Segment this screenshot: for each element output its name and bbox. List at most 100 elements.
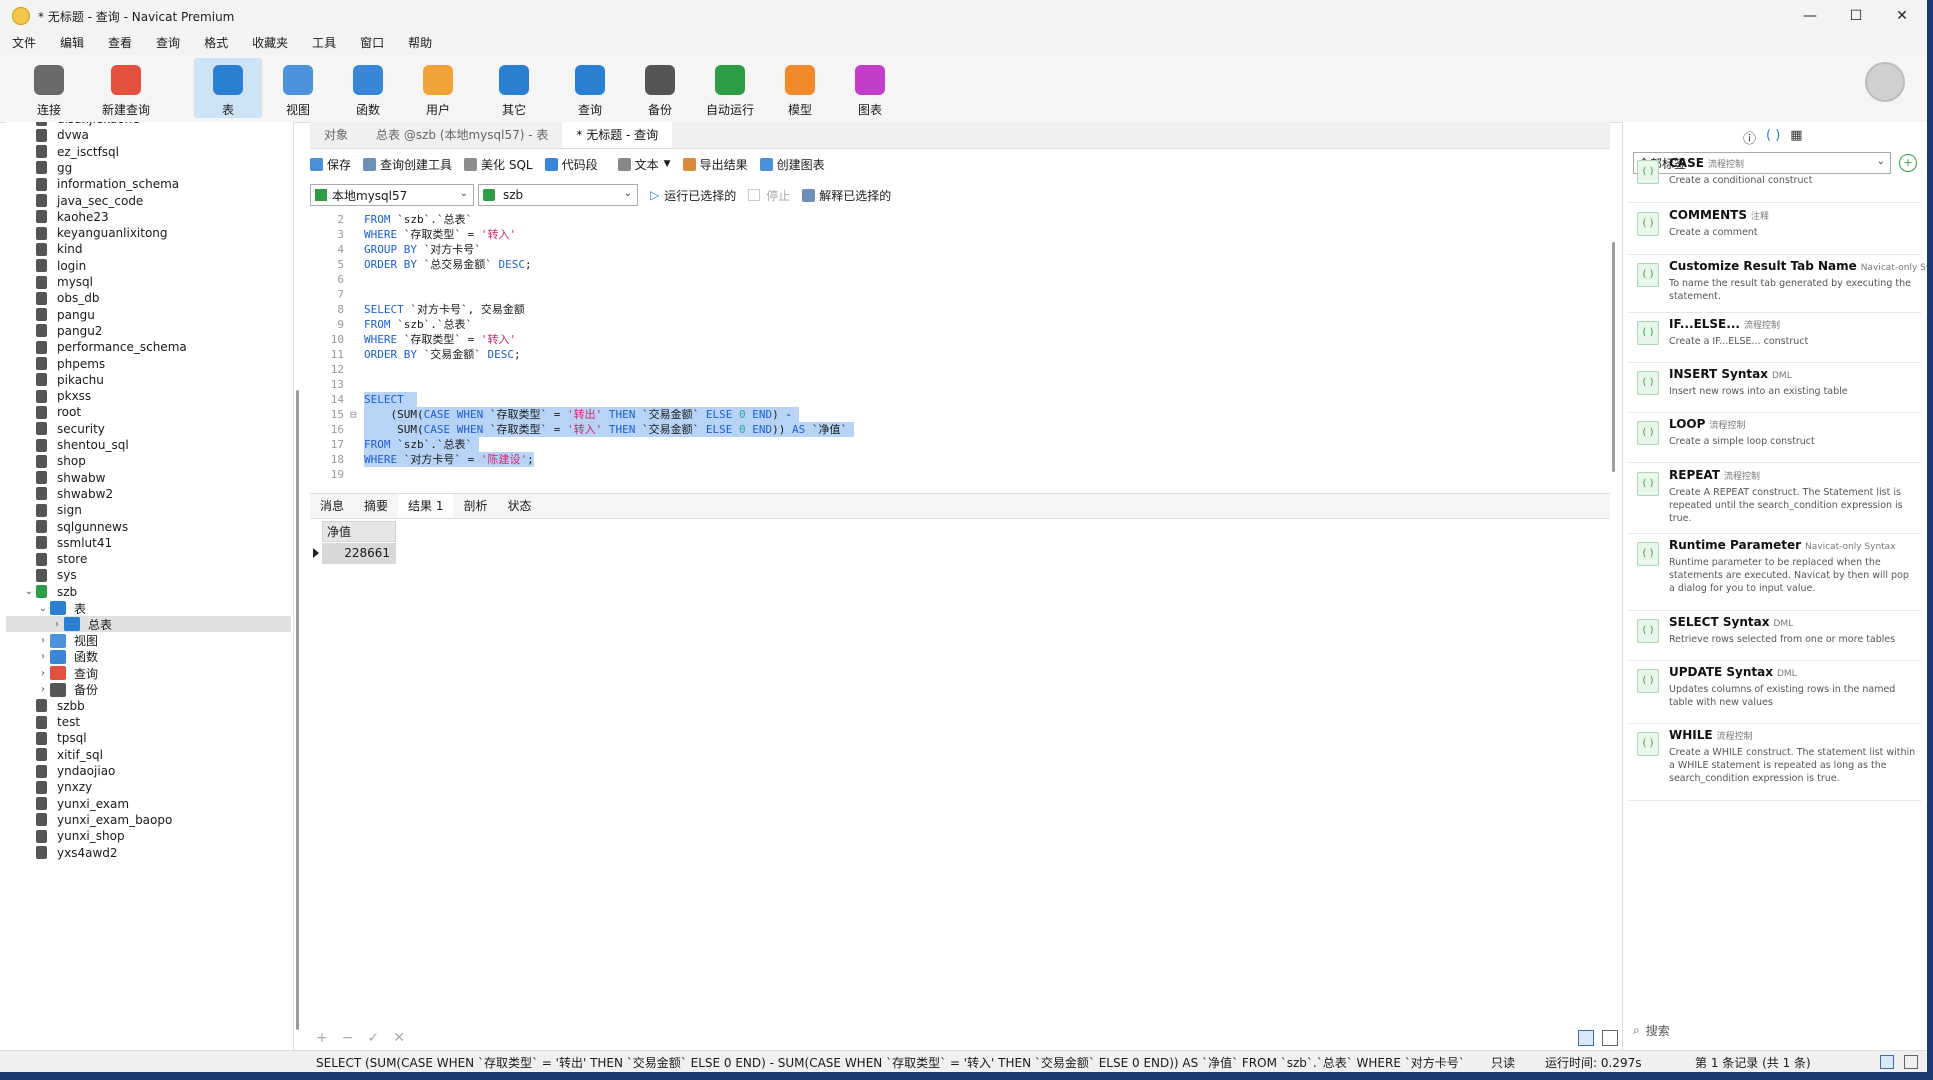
backup-button[interactable]: 备份 (640, 58, 680, 118)
chart-button[interactable]: 图表 (850, 58, 890, 118)
snippet-item[interactable]: ( ) REPEAT 流程控制 Create A REPEAT construct. … (1629, 464, 1921, 534)
view-button[interactable]: 视图 (278, 58, 318, 118)
add-record-icon[interactable]: + (316, 1030, 328, 1046)
apply-icon[interactable]: ✓ (367, 1030, 379, 1046)
snippet-item[interactable]: ( ) LOOP 流程控制 Create a simple loop construc… (1629, 413, 1921, 463)
grid-icon[interactable]: ▦ (1790, 128, 1802, 147)
navigator-item[interactable]: kind (6, 241, 291, 257)
navigator-item[interactable]: ez_isctfsql (6, 144, 291, 160)
navigator-item[interactable]: test (6, 714, 291, 730)
stop-button[interactable]: 停止 (748, 187, 790, 204)
tab-query-untitled[interactable]: * 无标题 - 查询 (562, 122, 673, 148)
navigator-item[interactable]: obs_db (6, 290, 291, 306)
navigator-item[interactable]: security (6, 421, 291, 437)
snippet-item[interactable]: ( ) WHILE 流程控制 Create a WHILE construct. Th… (1629, 724, 1921, 801)
info-icon[interactable]: ⓘ (1743, 128, 1756, 147)
result-cell[interactable]: 228661 (322, 543, 396, 564)
snippet-button[interactable]: 代码段 (544, 156, 598, 173)
tab-result-1[interactable]: 结果 1 (398, 494, 454, 518)
snippet-item[interactable]: ( ) UPDATE Syntax DML Updates columns of ex… (1629, 661, 1921, 724)
navigator-item[interactable]: dvwa (6, 127, 291, 143)
chevron-right-icon[interactable]: › (36, 635, 50, 646)
grid-view-icon[interactable] (1578, 1030, 1594, 1046)
beautify-sql-button[interactable]: 美化 SQL (464, 156, 533, 173)
navigator-item[interactable]: shwabw2 (6, 486, 291, 502)
form-view-icon[interactable] (1602, 1030, 1618, 1046)
model-button[interactable]: 模型 (780, 58, 820, 118)
snippet-item[interactable]: ( ) Runtime Parameter Navicat-only Syntax R… (1629, 534, 1921, 611)
connect-button[interactable]: 连接 (26, 58, 72, 118)
navigator-item[interactable]: phpems (6, 356, 291, 372)
navigator-item[interactable]: pikachu (6, 372, 291, 388)
navigator-item[interactable]: pangu2 (6, 323, 291, 339)
chevron-right-icon[interactable]: › (50, 619, 64, 630)
editor-scrollbar[interactable] (1612, 242, 1615, 472)
snippet-item[interactable]: ( ) Customize Result Tab Name Navicat-only… (1629, 255, 1933, 313)
tab-message[interactable]: 消息 (310, 494, 354, 518)
chevron-down-icon[interactable]: ⌄ (36, 603, 50, 614)
result-column-header[interactable]: 净值 (322, 521, 396, 542)
navigator-item[interactable]: yunxi_exam_baopo (6, 812, 291, 828)
navigator-item[interactable]: ynxzy (6, 779, 291, 795)
navigator-item[interactable]: sqlgunnews (6, 519, 291, 535)
navigator-item[interactable]: root (6, 404, 291, 420)
navigator-item[interactable]: › 函数 (6, 649, 291, 665)
menu-help[interactable]: 帮助 (396, 32, 444, 54)
menu-view[interactable]: 查看 (96, 32, 144, 54)
snippet-item[interactable]: ( ) IF...ELSE... 流程控制 Create a IF...ELSE...… (1629, 313, 1921, 363)
table-button[interactable]: 表 (194, 58, 262, 118)
braces-icon[interactable]: ( ) (1766, 128, 1780, 147)
close-button[interactable]: ✕ (1879, 0, 1925, 32)
navigator-item[interactable]: gg (6, 160, 291, 176)
navigator-scrollbar[interactable] (296, 390, 299, 1030)
navigator-item[interactable]: pangu (6, 307, 291, 323)
navigator-item[interactable]: sys (6, 567, 291, 583)
navigator-item[interactable]: shentou_sql (6, 437, 291, 453)
menu-edit[interactable]: 编辑 (48, 32, 96, 54)
chevron-right-icon[interactable]: › (36, 668, 50, 679)
panel-toggle-left-icon[interactable] (1880, 1055, 1894, 1069)
save-button[interactable]: 保存 (310, 156, 351, 173)
menu-file[interactable]: 文件 (0, 32, 48, 54)
navigator-item[interactable]: shop (6, 453, 291, 469)
navigator-item[interactable]: › 视图 (6, 633, 291, 649)
navigator-item[interactable]: login (6, 258, 291, 274)
navigator-item[interactable]: java_sec_code (6, 193, 291, 209)
navigator-item[interactable]: yunxi_exam (6, 796, 291, 812)
chevron-down-icon[interactable]: ⌄ (22, 586, 36, 597)
run-selected-button[interactable]: ▷ 运行已选择的 (650, 187, 736, 204)
fold-toggle-icon[interactable]: ⊟ (350, 407, 357, 422)
new-query-button[interactable]: 新建查询 (96, 58, 156, 118)
navigator-item[interactable]: keyanguanlixitong (6, 225, 291, 241)
navigator-item[interactable]: information_schema (6, 176, 291, 192)
user-button[interactable]: 用户 (418, 58, 458, 118)
navigator-item[interactable]: sign (6, 502, 291, 518)
navigator-item[interactable]: tpsql (6, 730, 291, 746)
autorun-button[interactable]: 自动运行 (704, 58, 756, 118)
discard-icon[interactable]: ✕ (393, 1030, 405, 1046)
navigator-item[interactable]: performance_schema (6, 339, 291, 355)
navigator-item[interactable]: shwabw (6, 470, 291, 486)
query-button[interactable]: 查询 (570, 58, 610, 118)
navigator-item[interactable]: xitif_sql (6, 747, 291, 763)
query-builder-button[interactable]: 查询创建工具 (363, 156, 452, 173)
chevron-right-icon[interactable]: › (36, 684, 50, 695)
navigator-item[interactable]: yunxi_shop (6, 828, 291, 844)
navigator-item[interactable]: store (6, 551, 291, 567)
navigator-item[interactable]: yxs4awd2 (6, 845, 291, 861)
tab-table-zongbiao[interactable]: 总表 @szb (本地mysql57) - 表 (362, 122, 562, 148)
function-button[interactable]: 函数 (348, 58, 388, 118)
text-button[interactable]: 文本 ▼ (617, 156, 671, 173)
chevron-right-icon[interactable]: › (36, 651, 50, 662)
tab-profile[interactable]: 剖析 (453, 494, 497, 518)
snippet-item[interactable]: ( ) INSERT Syntax DML Insert new rows into … (1629, 363, 1921, 413)
navigator-item[interactable]: ⌄ 表 (6, 600, 291, 616)
maximize-button[interactable]: ☐ (1833, 0, 1879, 32)
navigator-item[interactable]: ⌄ szb (6, 584, 291, 600)
explain-selected-button[interactable]: 解释已选择的 (802, 187, 891, 204)
create-chart-button[interactable]: 创建图表 (759, 156, 825, 173)
menu-format[interactable]: 格式 (192, 32, 240, 54)
tab-status[interactable]: 状态 (498, 494, 542, 518)
export-result-button[interactable]: 导出结果 (682, 156, 748, 173)
sql-editor[interactable]: 2 FROM `szb`.`总表` 3 WHERE `存取类型` = '转入' 4G… (310, 212, 1615, 487)
